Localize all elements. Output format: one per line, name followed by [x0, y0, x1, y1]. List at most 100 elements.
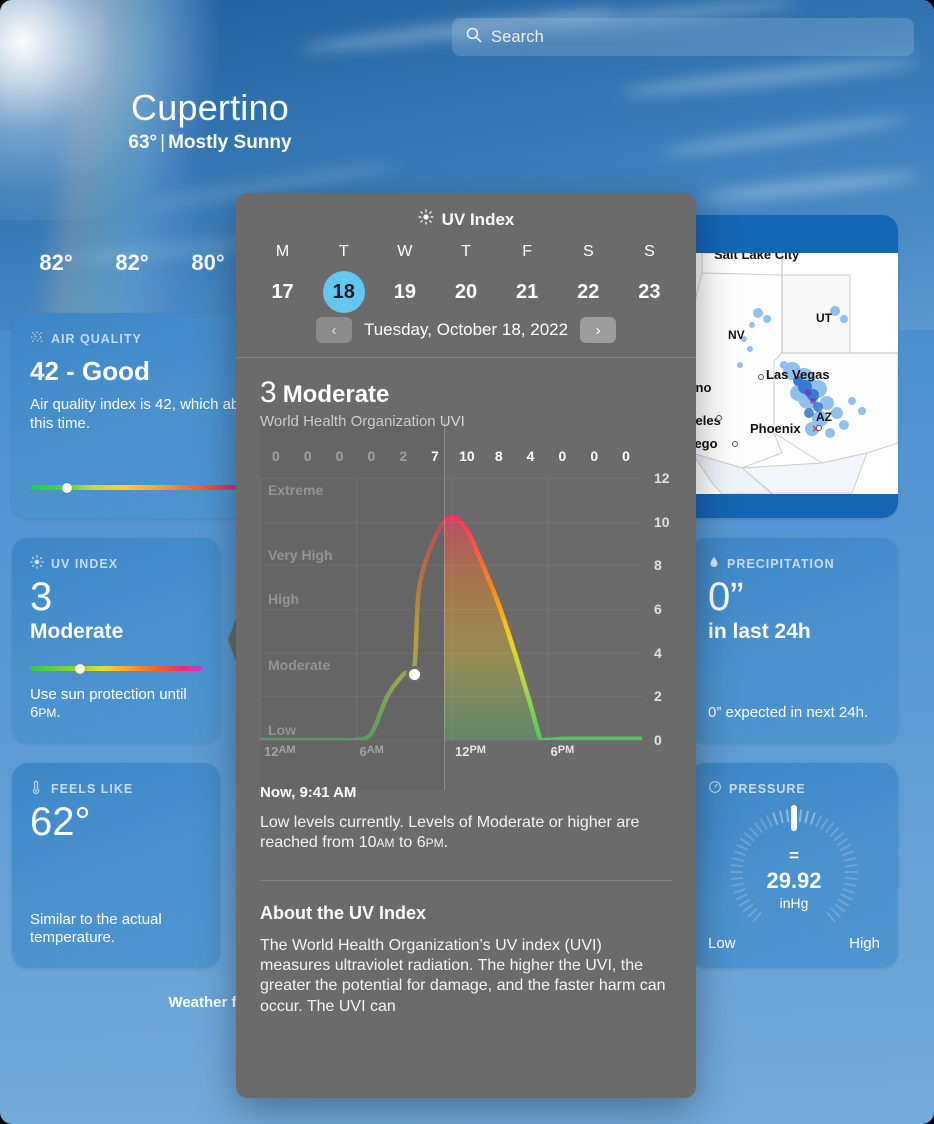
date-cell-18[interactable]: 18 — [313, 271, 374, 313]
y-tick: 10 — [654, 513, 670, 530]
hour-value: 0 — [367, 448, 376, 464]
uv-desc-sc: PM — [38, 706, 57, 721]
pressure-high-label: High — [849, 935, 880, 952]
hour-value: 0 — [335, 448, 344, 464]
chart-now-line — [444, 418, 445, 790]
band-label: High — [268, 591, 300, 607]
precipitation-value: 0” — [708, 575, 744, 619]
dial-tick — [785, 809, 790, 823]
chart-hour-values: 0 0 0 0 2 7 10 8 4 0 0 0 — [260, 448, 642, 474]
uv-index-title: UV INDEX — [51, 556, 119, 571]
page-title: Cupertino — [131, 87, 289, 128]
uv-index-level: Moderate — [30, 620, 124, 643]
search-input[interactable]: Search — [452, 18, 914, 56]
pressure-value: 29.92 — [766, 868, 822, 893]
weather-app-window: Search Cupertino 63° | Mostly Sunny 82° 82… — [0, 0, 934, 1124]
hour-value: 2 — [399, 448, 408, 464]
next-day-button[interactable]: › — [580, 317, 617, 343]
map-state-label: UT — [816, 311, 832, 325]
uv-level-readout: 3 Moderate — [260, 376, 672, 410]
now-desc-part: AM — [376, 836, 395, 851]
band-label: Moderate — [268, 656, 331, 673]
grid-line-h — [260, 478, 642, 479]
date-cell-20[interactable]: 20 — [435, 271, 496, 313]
dial-tick — [778, 810, 784, 824]
uv-level-number: 3 — [260, 376, 277, 409]
uv-index-card[interactable]: UV INDEX 3 Moderate Use sun protection u… — [12, 538, 220, 743]
precipitation-header: PRECIPITATION — [708, 555, 880, 572]
pressure-low-label: Low — [708, 935, 736, 952]
sun-icon — [30, 555, 44, 572]
dial-tick — [798, 809, 803, 823]
text-divider — [260, 879, 672, 881]
dial-tick — [809, 812, 816, 826]
feels-like-title: FEELS LIKE — [51, 781, 134, 796]
now-description: Low levels currently. Levels of Moderate… — [260, 813, 672, 854]
hour-value: 0 — [622, 448, 630, 464]
chart-y-axis: 12 10 8 6 4 2 0 — [648, 470, 688, 748]
precipitation-title: PRECIPITATION — [727, 556, 835, 571]
pressure-title: PRESSURE — [729, 781, 806, 796]
thermometer-icon — [30, 780, 44, 797]
precipitation-subvalue: in last 24h — [708, 620, 811, 643]
map-state-label: AZ — [816, 410, 832, 424]
precipitation-description: 0” expected in next 24h. — [708, 704, 869, 722]
now-desc-part: . — [443, 834, 449, 852]
y-tick: 12 — [654, 470, 670, 486]
weekday-label: S — [582, 243, 594, 260]
date-cell-23[interactable]: 23 — [619, 271, 680, 313]
gauge-icon — [708, 780, 722, 797]
uv-index-chart[interactable]: 0 0 0 0 2 7 10 8 4 0 0 0 Low Moderate High Very High Ex… — [260, 418, 672, 790]
grid-line-h — [260, 565, 642, 567]
y-tick: 2 — [654, 688, 662, 705]
weekday-label: W — [397, 243, 413, 260]
x-tick: 6 AM — [359, 744, 384, 759]
dial-tick — [844, 870, 859, 874]
x-tick: 12 PM — [455, 744, 486, 759]
droplet-icon — [708, 555, 720, 572]
uv-index-popover: UV Index MTWTFSS 17 18 19 20 21 22 23 ‹ Tuesda… — [236, 193, 696, 1098]
date-cell-17[interactable]: 17 — [252, 271, 313, 313]
uv-index-header: UV INDEX — [30, 555, 202, 572]
hero-conditions: 63° | Mostly Sunny — [0, 132, 420, 154]
map-city-label: Phoenix — [750, 421, 801, 436]
dial-tick — [793, 809, 795, 822]
hour-value: 10 — [459, 448, 475, 464]
now-desc-part: PM — [425, 836, 444, 851]
grid-line-h — [260, 652, 642, 654]
search-icon — [465, 26, 482, 48]
air-quality-title: AIR QUALITY — [51, 331, 142, 346]
hour-value: 0 — [558, 448, 567, 464]
forecast-temp: 82° — [39, 250, 73, 275]
grid-line-h — [260, 521, 642, 523]
pressure-card[interactable]: PRESSURE = 29.92 inHg Low High — [690, 763, 898, 968]
weekday-label: T — [461, 243, 471, 260]
band-label: Extreme — [268, 481, 324, 498]
uv-index-value: 3 — [30, 575, 53, 619]
precipitation-card[interactable]: PRECIPITATION 0” in last 24h 0” expected… — [690, 538, 898, 743]
date-row[interactable]: 17 18 19 20 21 22 23 — [236, 271, 696, 313]
chart-x-axis: 12 AM 6 AM 12 PM 6 PM — [260, 744, 642, 764]
search-placeholder: Search — [491, 27, 544, 46]
hour-value: 0 — [272, 448, 280, 464]
date-cell-19[interactable]: 19 — [374, 271, 435, 313]
date-cell-22[interactable]: 22 — [558, 271, 619, 313]
weekday-row: MTWTFSS — [236, 243, 696, 261]
prev-day-button[interactable]: ‹ — [315, 317, 352, 343]
about-body: The World Health Organization’s UV index… — [260, 936, 666, 1015]
forecast-temp: 82° — [115, 250, 149, 275]
grid-line-h — [260, 740, 642, 741]
hour-value: 7 — [431, 448, 439, 464]
feels-like-card[interactable]: FEELS LIKE 62° Similar to the actual tem… — [12, 763, 220, 968]
popover-title-text: UV Index — [441, 209, 515, 229]
date-cell-21[interactable]: 21 — [497, 271, 558, 313]
uv-level-word: Moderate — [282, 381, 390, 408]
dial-tick — [752, 911, 762, 923]
hero-location: Cupertino 63° | Mostly Sunny — [0, 88, 420, 154]
band-label: Low — [268, 722, 296, 738]
uv-index-scale — [30, 663, 202, 674]
weekday-label: S — [644, 243, 655, 260]
y-tick: 0 — [654, 732, 662, 748]
selected-date-label: Tuesday, October 18, 2022 — [363, 320, 569, 339]
air-quality-icon — [30, 330, 44, 347]
